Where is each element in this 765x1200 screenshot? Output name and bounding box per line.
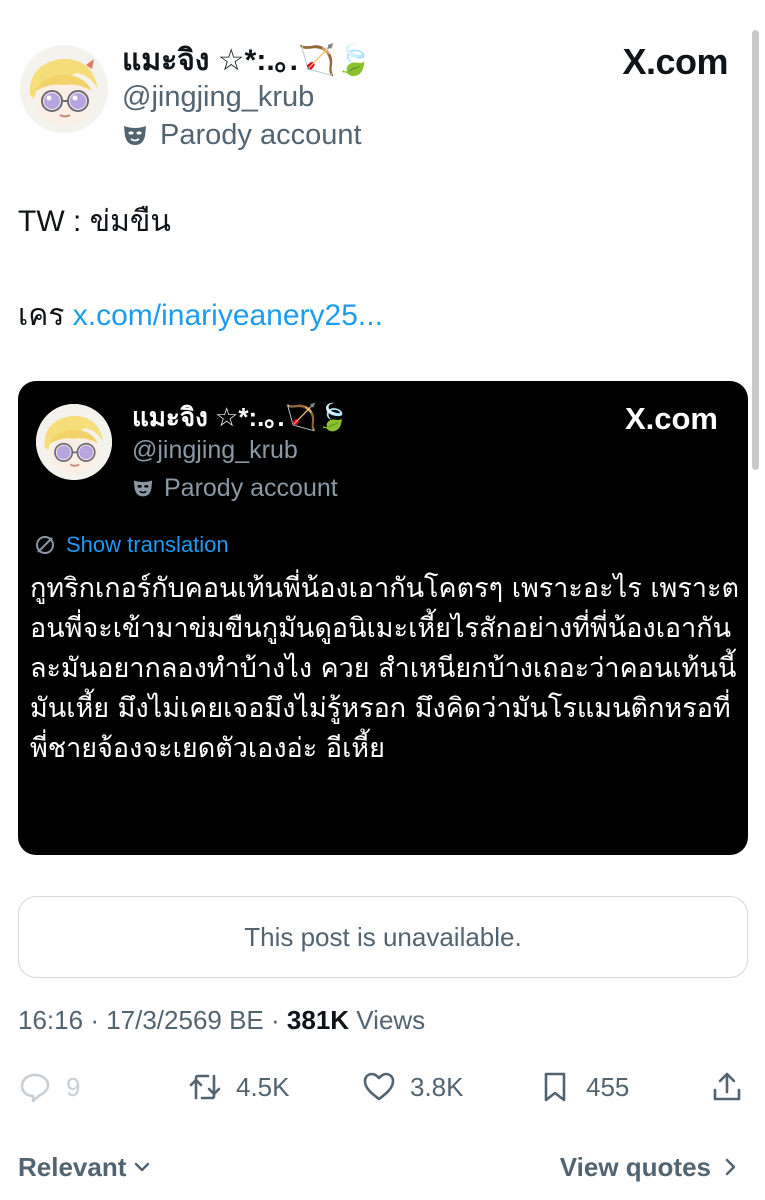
view-quotes-link[interactable]: View quotes	[560, 1152, 739, 1182]
show-translation: Show translation	[34, 531, 229, 559]
post-date[interactable]: 17/3/2569 BE	[106, 1005, 264, 1035]
x-logo: X.com	[622, 41, 728, 82]
like-button[interactable]: 3.8K	[362, 1062, 464, 1112]
parody-label: Parody account	[122, 118, 362, 152]
share-icon	[713, 1072, 741, 1101]
embedded-image[interactable]: แมะจิง ☆*:.｡.🏹🍃 @jingjing_krub Parody ac…	[18, 381, 748, 855]
mask-icon	[133, 480, 153, 497]
parody-label-text: Parody account	[160, 119, 362, 151]
repost-button[interactable]: 4.5K	[188, 1062, 290, 1112]
views-label: Views	[356, 1005, 426, 1035]
translate-icon	[36, 536, 54, 554]
embedded-display-name: แมะจิง ☆*:.｡.🏹🍃	[132, 402, 350, 432]
reply-count: 9	[66, 1071, 81, 1102]
embedded-handle: @jingjing_krub	[132, 436, 298, 464]
embedded-x-logo: X.com	[624, 401, 718, 436]
post-text-tw: TW : ข่มขืน	[18, 205, 171, 238]
sort-dropdown[interactable]: Relevant	[18, 1152, 152, 1182]
show-translation-label: Show translation	[66, 532, 229, 557]
user-handle[interactable]: @jingjing_krub	[122, 80, 314, 114]
display-name[interactable]: แมะจิง ☆*:.｡.🏹🍃	[122, 44, 373, 78]
unavailable-text: This post is unavailable.	[244, 921, 522, 952]
embedded-parody-label: Parody account	[132, 473, 338, 503]
unavailable-post: This post is unavailable.	[18, 896, 748, 978]
scrollbar[interactable]	[752, 30, 759, 470]
avatar[interactable]	[20, 45, 108, 133]
like-count: 3.8K	[410, 1071, 464, 1102]
embedded-avatar	[36, 404, 112, 480]
post-credit: เคร x.com/inariyeanery25...	[18, 298, 383, 334]
bookmark-button[interactable]: 455	[538, 1062, 629, 1112]
embedded-post-text: กูทริกเกอร์กับคอนเท้นพี่น้องเอากันโคตรๆ …	[30, 573, 740, 764]
view-quotes-label: View quotes	[559, 1152, 711, 1182]
bookmark-icon	[544, 1072, 566, 1102]
share-button[interactable]	[710, 1062, 744, 1112]
credit-prefix: เคร	[18, 299, 65, 332]
reply-button[interactable]: 9	[18, 1062, 80, 1112]
post-time[interactable]: 16:16	[18, 1005, 83, 1035]
bookmark-count: 455	[586, 1071, 630, 1102]
chevron-right-icon	[725, 1158, 736, 1176]
action-bar: 9 4.5K 3.8K 455	[18, 1062, 748, 1112]
post-meta: 16:16 · 17/3/2569 BE · 381K Views	[18, 1004, 425, 1036]
repost-icon	[189, 1074, 221, 1100]
heart-icon	[363, 1072, 395, 1101]
reply-icon	[20, 1073, 50, 1103]
chevron-down-icon	[135, 1162, 150, 1172]
meta-separator: ·	[90, 1005, 107, 1035]
credit-link[interactable]: x.com/inariyeanery25...	[73, 299, 383, 332]
embedded-parody-text: Parody account	[164, 474, 338, 502]
meta-separator: ·	[271, 1005, 287, 1035]
mask-icon	[124, 126, 146, 145]
views-count: 381K	[286, 1005, 350, 1035]
sort-label: Relevant	[18, 1152, 127, 1182]
repost-count: 4.5K	[236, 1071, 290, 1102]
